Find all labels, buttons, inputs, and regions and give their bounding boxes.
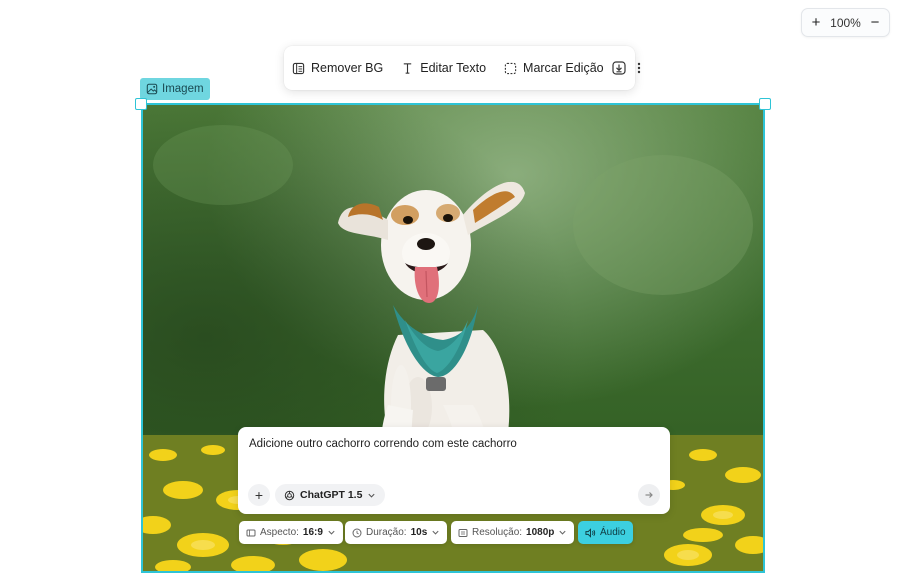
duration-label: Duração: [366,527,407,538]
resolution-value: 1080p [526,527,555,538]
download-icon [612,61,626,75]
aspect-icon [246,529,256,536]
image-toolbar: Remover BG Editar Texto Marcar Edição [284,46,640,90]
chevron-down-icon [328,530,335,535]
prompt-card: Adicione outro cachorro correndo com est… [238,427,670,514]
resolution-icon [458,528,468,537]
chevron-down-icon [432,530,439,535]
duration-value: 10s [410,527,428,538]
image-layer-label[interactable]: Imagem [140,78,210,100]
audio-toggle[interactable]: Áudio [578,521,633,544]
mark-edit-button[interactable]: Marcar Edição [504,61,604,75]
model-selector[interactable]: ChatGPT 1.5 [275,484,386,506]
audio-label: Áudio [600,527,626,538]
aspect-selector[interactable]: Aspecto: 16:9 [239,521,343,544]
remove-bg-button[interactable]: Remover BG [292,61,383,75]
edit-text-label: Editar Texto [420,61,487,75]
more-vertical-icon [637,62,640,74]
aspect-label: Aspecto: [260,527,299,538]
clock-icon [352,528,362,537]
remove-bg-icon [292,62,305,74]
chevron-down-icon [559,530,566,535]
resolution-label: Resolução: [472,527,523,538]
send-button[interactable] [638,484,660,506]
duration-selector[interactable]: Duração: 10s [345,521,448,544]
resize-handle-top-right[interactable] [759,98,771,110]
edit-text-button[interactable]: Editar Texto [401,61,486,75]
plus-icon: + [254,487,264,503]
zoom-level: 100% [830,15,861,30]
model-label: ChatGPT 1.5 [300,489,363,501]
speaker-icon [585,527,596,538]
mark-edit-label: Marcar Edição [523,61,604,75]
prompt-input[interactable]: Adicione outro cachorro correndo com est… [249,438,517,450]
text-cursor-icon [404,62,412,74]
chevron-down-icon [368,493,376,498]
openai-icon [284,490,295,500]
arrow-right-icon [645,492,653,498]
download-button[interactable] [612,59,626,77]
zoom-in-button[interactable]: + [808,14,824,31]
more-options-button[interactable] [632,59,646,77]
remove-bg-label: Remover BG [311,61,384,75]
aspect-value: 16:9 [302,527,323,538]
image-icon [146,83,158,95]
zoom-out-button[interactable]: − [867,14,883,31]
image-label-text: Imagem [162,83,204,95]
resolution-selector[interactable]: Resolução: 1080p [451,521,575,544]
dashed-selection-icon [504,62,517,74]
zoom-control: + 100% − [801,8,890,37]
resize-handle-top-left[interactable] [135,98,147,110]
add-attachment-button[interactable]: + [248,484,270,506]
